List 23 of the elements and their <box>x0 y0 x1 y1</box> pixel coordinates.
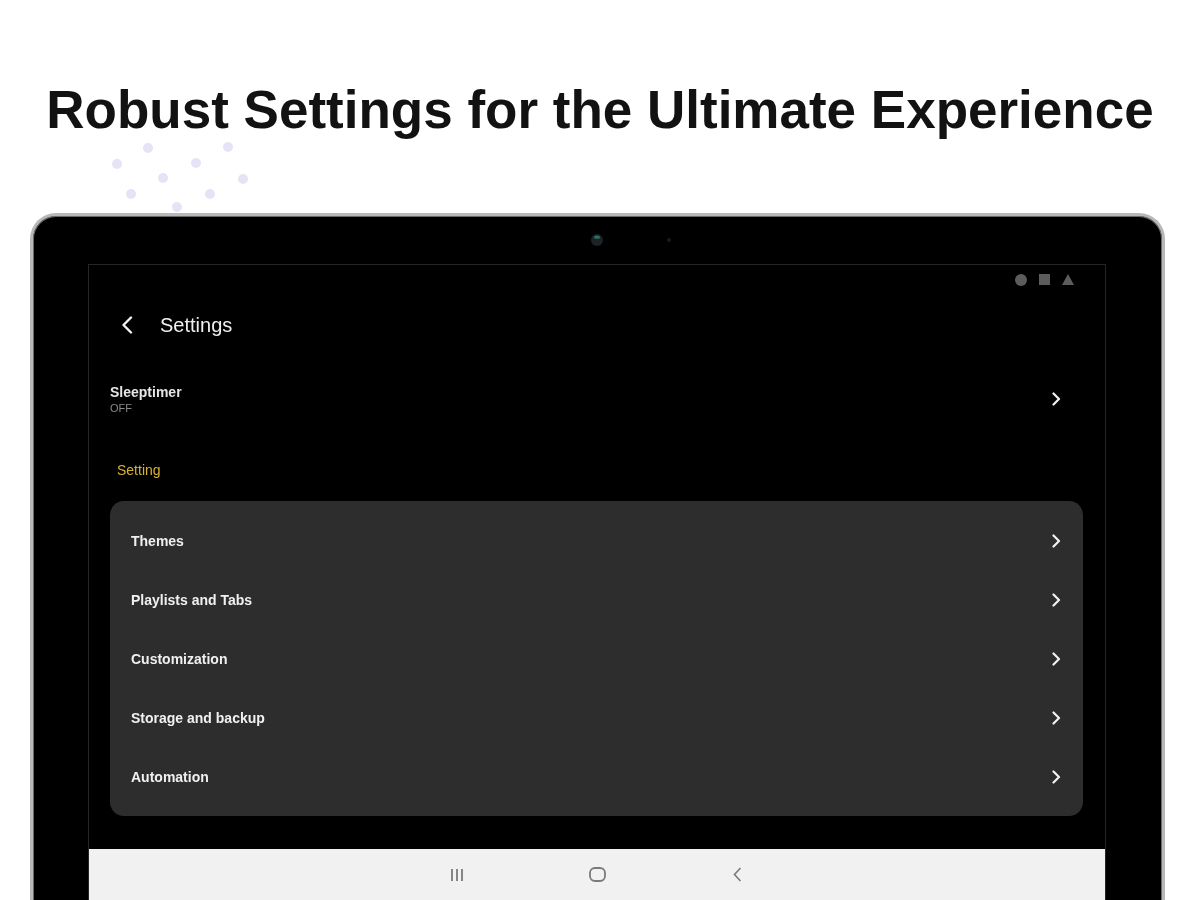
status-square-icon <box>1039 274 1050 285</box>
chevron-right-icon <box>1052 769 1061 784</box>
chevron-right-icon <box>1052 392 1061 406</box>
settings-item[interactable]: Storage and backup <box>110 688 1083 747</box>
status-circle-icon <box>1015 273 1027 286</box>
status-triangle-icon <box>1062 274 1074 285</box>
sleeptimer-item[interactable]: Sleeptimer OFF <box>89 366 1105 432</box>
home-icon[interactable] <box>588 867 606 882</box>
settings-item[interactable]: Playlists and Tabs <box>110 570 1083 629</box>
settings-item[interactable]: Automation <box>110 747 1083 806</box>
item-title: Sleeptimer <box>110 383 182 401</box>
headline: Robust Settings for the Ultimate Experience <box>46 80 1154 140</box>
chevron-right-icon <box>1052 651 1061 666</box>
item-value: OFF <box>110 401 133 415</box>
chevron-right-icon <box>1052 533 1061 548</box>
screen-title: Settings <box>160 313 233 337</box>
chevron-right-icon <box>1052 592 1061 607</box>
chevron-right-icon <box>1052 710 1061 725</box>
recent-apps-icon[interactable] <box>450 867 464 882</box>
section-label: Setting <box>117 462 161 478</box>
settings-item[interactable]: Customization <box>110 629 1083 688</box>
camera-icon <box>591 234 603 246</box>
settings-item[interactable]: Themes <box>110 511 1083 570</box>
